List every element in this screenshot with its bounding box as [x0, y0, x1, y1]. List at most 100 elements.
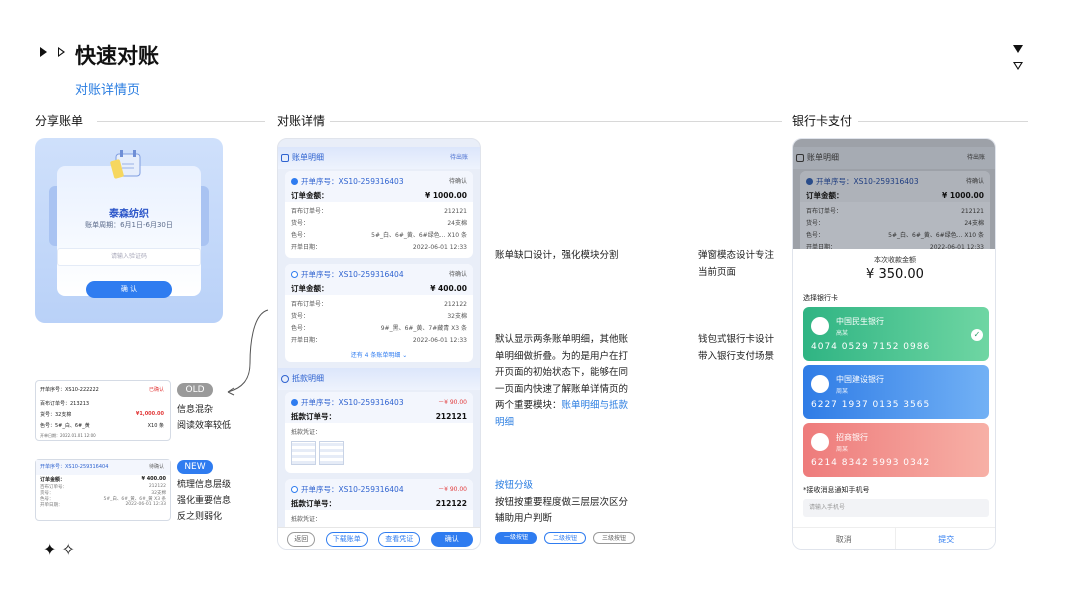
phone-label: *接收消息通知手机号 — [803, 486, 870, 494]
row-value: 2022-06-01 12:33 — [412, 337, 467, 344]
row-value: 5#_白、6#_黄、6#绿色... X10 条 — [371, 232, 467, 239]
row-value: 32支棉 — [447, 313, 467, 320]
row-value: 24支棉 — [964, 220, 984, 227]
old-design-card: 开单序号：XS10-222222 已确认 百布订单号：213213 货号：32支… — [35, 380, 171, 441]
sheet-footer: 取消 提交 — [793, 527, 996, 549]
share-bill-card: 泰森纺织 账单周期：6月1日-6月30日 请输入验证码 确 认 — [35, 138, 223, 323]
old-line4: 色号：5#_白、6#_黄 — [40, 423, 90, 429]
page-subtitle: 对账详情页 — [75, 83, 141, 98]
check-icon[interactable] — [291, 271, 298, 278]
section-share: 分享账单 — [35, 114, 84, 128]
bill-amount: ¥ 400.00 — [430, 284, 467, 293]
check-icon[interactable] — [291, 399, 298, 406]
new-line1: 开单序号：XS10-259316404 — [40, 464, 109, 470]
bank-name: 招商银行 — [836, 433, 868, 442]
new-notes: 梳理信息层级 强化重要信息 反之则弱化 — [177, 477, 231, 525]
bank-logo-icon — [811, 317, 829, 335]
row-value: 24支棉 — [447, 220, 467, 227]
back-button[interactable]: 返回 — [287, 532, 316, 547]
note-line: 默认显示两条账单明细，其他账 — [495, 334, 629, 345]
phone-input[interactable]: 请输入手机号 — [803, 499, 989, 517]
old-line2: 百布订单号：213213 — [40, 401, 90, 407]
voucher-thumb[interactable] — [319, 441, 344, 465]
bill-sn: 开单序号：XS10-259316404 — [301, 270, 404, 279]
section-detail: 对账详情 — [277, 114, 326, 128]
calendar-illustration-icon — [110, 150, 141, 179]
view-voucher-button[interactable]: 查看凭证 — [378, 532, 421, 547]
bill-amount: ¥ 1000.00 — [425, 191, 467, 200]
note-button-levels: 按钮分级 按钮按重要程度做三层层次区分 辅助用户判断 — [495, 478, 628, 528]
row-value: 2022-06-01 12:33 — [412, 244, 467, 251]
deduct-card[interactable]: 开单序号：XS10-259316403 －¥ 90.00 抵款订单号： 21212… — [285, 392, 473, 473]
divider — [97, 121, 265, 122]
share-inner-panel — [57, 166, 201, 296]
row-value: 212121 — [444, 208, 467, 215]
bill-status: 待确认 — [448, 178, 467, 185]
row-label: 百布订单号： — [291, 301, 328, 308]
confirm-button[interactable]: 确认 — [430, 532, 473, 547]
row-label: 货号： — [291, 313, 310, 320]
bank-card-ccb[interactable]: 中国建设银行 周某 6227 1937 0135 3565 — [803, 365, 989, 419]
bill-card[interactable]: 开单序号：XS10-259316404 待确认 订单金额： ¥ 400.00 百布… — [285, 264, 473, 362]
note-modal-design: 弹窗模态设计专注 当前页面 — [698, 248, 774, 281]
card-number: 6227 1937 0135 3565 — [811, 400, 931, 410]
download-bill-button[interactable]: 下载账单 — [325, 532, 368, 547]
card-number: 4074 0529 7152 0986 — [811, 342, 931, 352]
deduct-icon — [281, 375, 289, 383]
divider — [330, 121, 782, 122]
check-icon[interactable] — [291, 178, 298, 185]
bank-card-minsheng[interactable]: 中国民生银行 高某 4074 0529 7152 0986 ✓ — [803, 307, 989, 361]
note-line: 辅助用户判断 — [495, 513, 553, 524]
card-number: 6214 8342 5993 0342 — [811, 458, 931, 468]
row-label: 色号： — [291, 232, 310, 239]
cancel-button[interactable]: 取消 — [793, 528, 896, 549]
bank-holder: 周某 — [836, 388, 849, 395]
row-label: 开单日期： — [291, 244, 322, 251]
old-tag: OLD — [177, 383, 213, 397]
old-notes: 信息混杂 阅读效率较低 — [177, 402, 231, 434]
secondary-button-sample[interactable]: 二级按钮 — [544, 532, 586, 544]
show-more-link[interactable]: 还有 4 条账单明细 ⌄ — [285, 347, 473, 362]
confirm-button[interactable]: 确 认 — [86, 281, 172, 298]
bills-status: 待出账 — [966, 154, 985, 161]
bill-sn: 开单序号：XS10-259316403 — [816, 177, 919, 186]
note-line: 带入银行支付场景 — [698, 350, 775, 362]
dimmed-background: 账单明细 待出账 开单序号：XS10-259316403 待确认 订单金额： ¥ … — [793, 139, 995, 249]
note-line: 单明细做折叠。为的是用户在打 — [495, 350, 629, 362]
note-line: 两个重要模块： — [495, 400, 562, 411]
note-gap-design: 账单缺口设计，强化模块分割 — [495, 250, 619, 261]
deduct-label: 抵款订单号： — [291, 499, 336, 508]
triangle-down-outline-icon — [1013, 62, 1023, 70]
deduct-no: 212121 — [435, 412, 467, 421]
bills-section-header: 账单明细 待出账 — [793, 147, 995, 169]
bank-name: 中国建设银行 — [836, 375, 884, 384]
check-icon — [806, 178, 813, 185]
voucher-thumb[interactable] — [291, 441, 316, 465]
amount-label: 本次收款金额 — [874, 256, 916, 264]
payment-sheet: 本次收款金额 ¥ 350.00 选择银行卡 中国民生银行 高某 4074 052… — [793, 249, 996, 549]
row-label: 百布订单号： — [806, 208, 843, 215]
primary-button-sample[interactable]: 一级按钮 — [495, 532, 537, 544]
row-label: 开单日期： — [291, 337, 322, 344]
tertiary-button-sample[interactable]: 三级按钮 — [593, 532, 635, 544]
row-value: 212122 — [444, 301, 467, 308]
row-label: 货号： — [806, 220, 825, 227]
voucher-label: 抵款凭证： — [291, 516, 322, 523]
row-label: 色号： — [806, 232, 825, 239]
row-label: 货号： — [291, 220, 310, 227]
bank-holder: 高某 — [836, 330, 849, 337]
bill-status: 待确认 — [448, 271, 467, 278]
bank-card-cmb[interactable]: 招商银行 周某 6214 8342 5993 0342 — [803, 423, 989, 477]
bill-card[interactable]: 开单序号：XS10-259316403 待确认 订单金额： ¥ 1000.00 百… — [285, 171, 473, 258]
payment-amount: ¥ 350.00 — [866, 267, 924, 282]
new-note-line: 强化重要信息 — [177, 496, 232, 506]
note-highlight: 明细 — [495, 416, 515, 428]
note-fold-design: 默认显示两条账单明细，其他账 单明细做折叠。为的是用户在打 开页面的初始状态下，… — [495, 332, 628, 431]
check-icon[interactable] — [291, 486, 298, 493]
bill-sn: 开单序号：XS10-259316403 — [301, 177, 404, 186]
deduct-label: 抵款订单号： — [291, 412, 336, 421]
verification-code-input[interactable]: 请输入验证码 — [57, 248, 201, 266]
play-icon — [40, 47, 47, 57]
bills-status: 待出账 — [449, 154, 468, 161]
submit-button[interactable]: 提交 — [896, 528, 996, 549]
